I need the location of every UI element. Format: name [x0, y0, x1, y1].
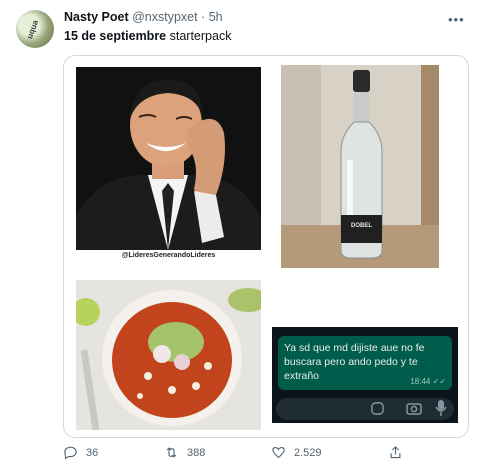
chat-time-text: 18:44 — [410, 377, 431, 386]
bottle-photo[interactable]: DOBEL — [281, 65, 439, 268]
tweet-header: Nasty Poet @nxstypxet · 5h — [64, 10, 223, 24]
bottle-label: DOBEL — [351, 223, 372, 229]
sticker-icon[interactable] — [370, 401, 385, 416]
media-container[interactable]: @LideresGenerandoLideres DOBEL Ya sd que… — [63, 55, 469, 438]
camera-icon[interactable] — [406, 401, 422, 416]
like-button[interactable]: 2.529 — [271, 445, 322, 460]
chat-input-bar — [276, 398, 454, 420]
chat-bubble: Ya sd que md dijiste aue no fe buscara p… — [278, 336, 452, 390]
reply-icon — [64, 446, 77, 460]
meme-watermark: @LideresGenerandoLideres — [121, 252, 216, 259]
chat-screenshot[interactable]: Ya sd que md dijiste aue no fe buscara p… — [272, 327, 458, 423]
avatar-text: uqua — [25, 18, 41, 41]
reply-count: 36 — [86, 446, 99, 459]
separator-dot: · — [201, 10, 206, 24]
avatar[interactable]: uqua — [16, 10, 54, 48]
pozole-photo[interactable] — [76, 280, 261, 430]
tweet-text-rest: starterpack — [166, 29, 232, 43]
retweet-count: 388 — [187, 446, 206, 459]
heart-icon — [272, 446, 285, 459]
like-count: 2.529 — [294, 446, 322, 459]
retweet-button[interactable]: 388 — [164, 445, 205, 460]
tweet-text: 15 de septiembre starterpack — [64, 29, 231, 43]
author-name[interactable]: Nasty Poet — [64, 10, 129, 24]
microphone-icon[interactable] — [434, 399, 448, 417]
share-icon — [390, 446, 401, 459]
chat-time: 18:44 ✓✓ — [410, 377, 446, 386]
author-handle[interactable]: @nxstypxet — [132, 10, 198, 24]
share-button[interactable] — [388, 445, 403, 460]
meme-photo[interactable]: @LideresGenerandoLideres — [76, 67, 261, 267]
retweet-icon — [166, 447, 177, 458]
timestamp[interactable]: 5h — [209, 10, 223, 24]
tweet-actions: 36 388 2.529 — [0, 445, 477, 465]
read-receipt-icon: ✓✓ — [432, 377, 446, 386]
tweet-text-bold: 15 de septiembre — [64, 29, 167, 43]
more-options-icon[interactable]: ••• — [448, 12, 465, 27]
reply-button[interactable]: 36 — [63, 445, 98, 460]
